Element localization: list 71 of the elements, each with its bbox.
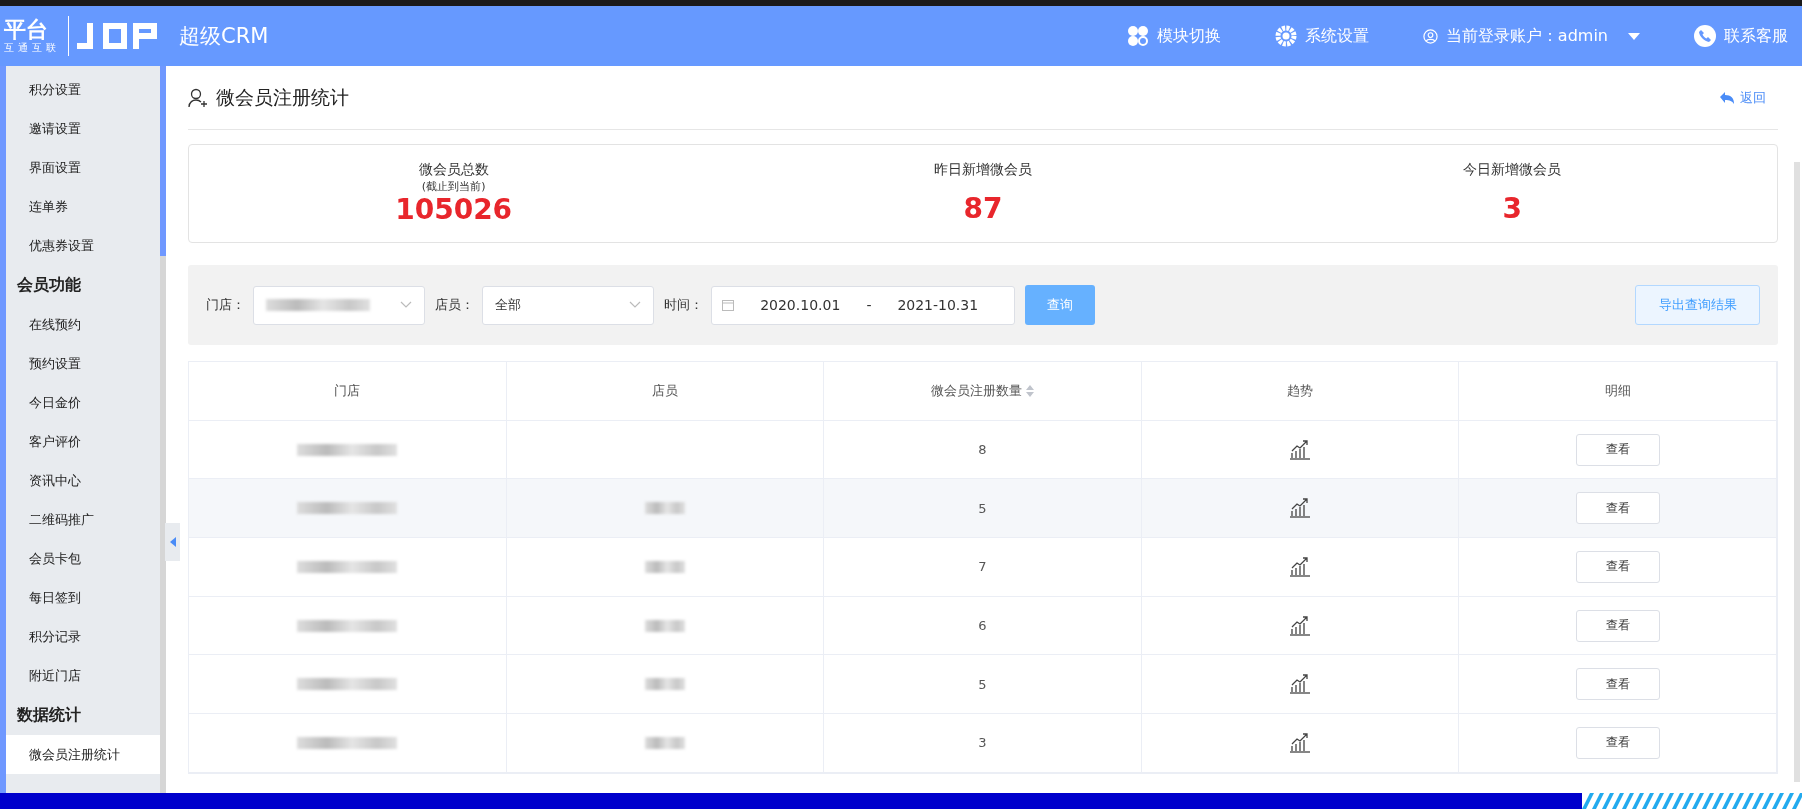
sidebar-item[interactable]: 在线预约 [6, 305, 160, 344]
stat-value: 105026 [395, 194, 513, 226]
view-button[interactable]: 查看 [1575, 609, 1660, 642]
sidebar-item[interactable]: 积分记录 [6, 617, 160, 656]
sidebar-item[interactable]: 今日金价 [6, 383, 160, 422]
chevron-down-icon [400, 301, 412, 309]
filter-label: 店员： [435, 296, 474, 314]
view-button[interactable]: 查看 [1575, 726, 1660, 759]
sidebar-item[interactable]: 连单券 [6, 187, 160, 226]
view-button[interactable]: 查看 [1575, 668, 1660, 701]
stat-label: 今日新增微会员 [1463, 161, 1562, 179]
stat-label: 微会员总数 [418, 161, 489, 179]
calendar-icon [722, 299, 734, 311]
column-header: 趋势 [1141, 362, 1460, 420]
caret-icon [1628, 32, 1640, 40]
column-header: 门店 [189, 362, 507, 420]
sidebar-item[interactable]: 客户评价 [6, 422, 160, 461]
table-cell: 5 [978, 500, 987, 516]
filter-label: 时间： [664, 296, 703, 314]
sidebar-item[interactable]: 优惠券设置 [6, 226, 160, 265]
view-button[interactable]: 查看 [1575, 433, 1660, 466]
sidebar-item[interactable]: 积分设置 [6, 70, 160, 109]
sidebar-item[interactable]: 微会员注册统计 [6, 735, 160, 774]
sidebar-item[interactable]: 邀请设置 [6, 109, 160, 148]
stat-note: (截止到当前) [421, 179, 486, 194]
sidebar-group-title: 会员功能 [16, 273, 82, 296]
trend-chart-icon[interactable] [1289, 439, 1312, 460]
app-title: 超级CRM [179, 23, 269, 50]
table-cell: 6 [978, 618, 987, 634]
sidebar-item[interactable]: 会员卡包 [6, 539, 160, 578]
date-range-field[interactable]: 2020.10.01 - 2021-10.31 [711, 285, 1015, 325]
logo-subtitle: 互通互联 [4, 42, 60, 54]
trend-chart-icon[interactable] [1289, 732, 1312, 753]
sidebar-item[interactable]: 界面设置 [6, 148, 160, 187]
user-add-icon [188, 87, 208, 108]
stat-label: 昨日新增微会员 [934, 161, 1032, 179]
clover-icon [1126, 25, 1149, 47]
filter-label: 门店： [206, 296, 245, 314]
page-title: 微会员注册统计 [216, 84, 349, 110]
sidebar-group-title: 数据统计 [16, 703, 82, 726]
view-button[interactable]: 查看 [1575, 550, 1660, 583]
logo-text: 平台 [4, 18, 49, 42]
sidebar-collapse-button[interactable] [165, 523, 180, 561]
phone-icon [1694, 25, 1716, 47]
chevron-down-icon [629, 301, 641, 309]
logo-mark-icon [77, 23, 157, 49]
trend-chart-icon[interactable] [1289, 498, 1312, 519]
triangle-left-icon [169, 537, 176, 547]
stat-value: 87 [963, 193, 1003, 225]
trend-chart-icon[interactable] [1289, 556, 1312, 577]
table-cell: 7 [978, 559, 987, 575]
reply-arrow-icon [1720, 91, 1734, 104]
back-link[interactable]: 返回 [1720, 88, 1766, 107]
table-cell: 5 [978, 676, 987, 692]
sidebar-item[interactable]: 每日签到 [6, 578, 160, 617]
settings-icon [1274, 25, 1297, 47]
column-header: 明细 [1459, 362, 1777, 420]
table-cell: 3 [978, 735, 987, 751]
user-icon [1422, 28, 1438, 44]
column-header[interactable]: 微会员注册数量 [824, 362, 1142, 420]
sidebar-item[interactable]: 附近门店 [6, 656, 160, 695]
trend-chart-icon[interactable] [1289, 674, 1312, 695]
view-button[interactable]: 查看 [1575, 492, 1660, 525]
column-header: 店员 [506, 362, 825, 420]
sidebar-item[interactable]: 资讯中心 [6, 461, 160, 500]
stat-value: 3 [1502, 193, 1523, 225]
sidebar-item[interactable]: 二维码推广 [6, 500, 160, 539]
clerk-select[interactable]: 全部 [482, 285, 654, 325]
sidebar-item[interactable]: 预约设置 [6, 344, 160, 383]
table-cell: 8 [978, 442, 987, 458]
trend-chart-icon[interactable] [1289, 615, 1312, 636]
